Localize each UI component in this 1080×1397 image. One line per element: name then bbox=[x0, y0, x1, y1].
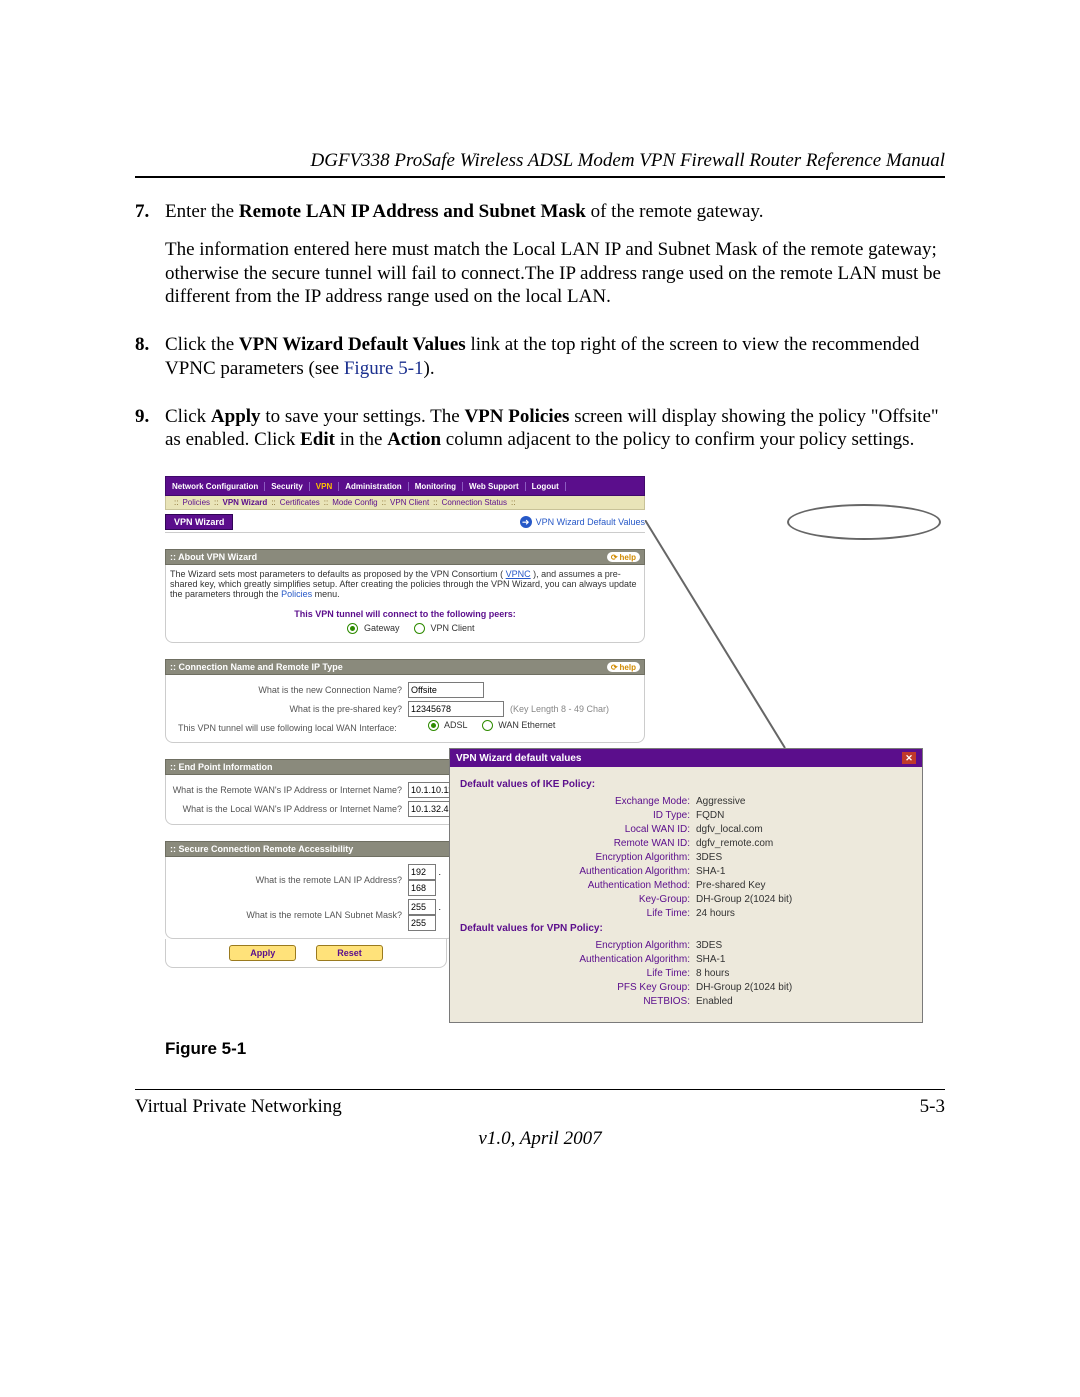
radio-adsl[interactable] bbox=[428, 720, 439, 731]
callout-ellipse bbox=[787, 504, 941, 540]
radio-gateway[interactable] bbox=[347, 623, 358, 634]
radio-wan-ethernet-label: WAN Ethernet bbox=[498, 720, 555, 730]
arrow-icon: ➜ bbox=[520, 516, 532, 528]
figure-caption: Figure 5-1 bbox=[165, 1039, 945, 1059]
vpn-heading: Default values for VPN Policy: bbox=[460, 923, 912, 934]
step-number: 7. bbox=[135, 200, 165, 323]
about-wizard-text: The Wizard sets most parameters to defau… bbox=[170, 569, 640, 599]
default-values-link-label: VPN Wizard Default Values bbox=[536, 517, 645, 527]
step-text: Click Apply to save your settings. The V… bbox=[165, 405, 945, 453]
conn-name-label: What is the new Connection Name? bbox=[170, 685, 408, 695]
sub-tab[interactable]: VPN Wizard bbox=[222, 498, 267, 507]
sub-tab[interactable]: Certificates bbox=[280, 498, 320, 507]
default-values-link[interactable]: ➜ VPN Wizard Default Values bbox=[520, 516, 645, 528]
close-icon[interactable]: ✕ bbox=[902, 752, 916, 764]
default-values-popup: VPN Wizard default values ✕ Default valu… bbox=[449, 748, 923, 1023]
nav-tab[interactable]: VPN bbox=[310, 482, 339, 491]
remote-lan-ip-label: What is the remote LAN IP Address? bbox=[170, 875, 408, 885]
radio-gateway-label: Gateway bbox=[364, 623, 400, 633]
footer-rule bbox=[135, 1089, 945, 1090]
nav-tab[interactable]: Web Support bbox=[463, 482, 526, 491]
dot-sep: . bbox=[439, 867, 442, 877]
section-bar-conn: :: Connection Name and Remote IP Type ⟳ … bbox=[165, 659, 645, 675]
radio-wan-ethernet[interactable] bbox=[482, 720, 493, 731]
local-wan-ip-label: What is the Local WAN's IP Address or In… bbox=[170, 804, 408, 814]
remote-wan-ip-label: What is the Remote WAN's IP Address or I… bbox=[170, 785, 408, 795]
radio-vpn-client-label: VPN Client bbox=[431, 623, 475, 633]
sub-nav: ::Policies ::VPN Wizard ::Certificates :… bbox=[165, 496, 645, 510]
preshared-key-input[interactable] bbox=[408, 701, 504, 717]
remote-lan-ip-input-1[interactable] bbox=[408, 864, 436, 880]
footer-left: Virtual Private Networking bbox=[135, 1096, 342, 1118]
section-bar-secure: :: Secure Connection Remote Accessibilit… bbox=[165, 841, 455, 857]
figure-wrap: Network Configuration Security VPN Admin… bbox=[165, 476, 921, 1019]
ike-heading: Default values of IKE Policy: bbox=[460, 779, 912, 790]
reset-button[interactable]: Reset bbox=[316, 945, 383, 961]
sub-tab[interactable]: Connection Status bbox=[442, 498, 507, 507]
step-text: Enter the Remote LAN IP Address and Subn… bbox=[165, 200, 945, 224]
radio-adsl-label: ADSL bbox=[444, 720, 467, 730]
page-header-title: DGFV338 ProSafe Wireless ADSL Modem VPN … bbox=[135, 150, 945, 172]
key-length-hint: (Key Length 8 - 49 Char) bbox=[510, 704, 609, 714]
footer-version: v1.0, April 2007 bbox=[135, 1128, 945, 1150]
radio-vpn-client[interactable] bbox=[414, 623, 425, 634]
popup-title-bar: VPN Wizard default values ✕ bbox=[450, 749, 922, 767]
vpn-values: Encryption Algorithm:3DES Authentication… bbox=[460, 940, 912, 1007]
sub-tab[interactable]: Policies bbox=[182, 498, 210, 507]
section-bar-about: :: About VPN Wizard ⟳ help bbox=[165, 549, 645, 565]
sub-tab[interactable]: Mode Config bbox=[332, 498, 377, 507]
sub-tab[interactable]: VPN Client bbox=[390, 498, 429, 507]
help-link[interactable]: ⟳ help bbox=[607, 552, 640, 562]
nav-tab[interactable]: Network Configuration bbox=[166, 482, 265, 491]
step-number: 9. bbox=[135, 405, 165, 467]
top-nav: Network Configuration Security VPN Admin… bbox=[165, 476, 645, 496]
wan-iface-label: This VPN tunnel will use following local… bbox=[170, 723, 416, 733]
remote-lan-mask-label: What is the remote LAN Subnet Mask? bbox=[170, 910, 408, 920]
dot-sep: . bbox=[439, 902, 442, 912]
remote-lan-ip-input-2[interactable] bbox=[408, 880, 436, 896]
nav-tab[interactable]: Logout bbox=[526, 482, 566, 491]
wizard-title: VPN Wizard bbox=[165, 514, 233, 530]
remote-lan-mask-input-1[interactable] bbox=[408, 899, 436, 915]
ike-values: Exchange Mode:Aggressive ID Type:FQDN Lo… bbox=[460, 796, 912, 919]
preshared-key-label: What is the pre-shared key? bbox=[170, 704, 408, 714]
nav-tab[interactable]: Administration bbox=[339, 482, 408, 491]
help-link[interactable]: ⟳ help bbox=[607, 662, 640, 672]
apply-button[interactable]: Apply bbox=[229, 945, 296, 961]
step-number: 8. bbox=[135, 333, 165, 395]
step-text: The information entered here must match … bbox=[165, 238, 945, 309]
popup-title-text: VPN Wizard default values bbox=[456, 753, 582, 764]
remote-lan-mask-input-2[interactable] bbox=[408, 915, 436, 931]
nav-tab[interactable]: Security bbox=[265, 482, 310, 491]
step-text: Click the VPN Wizard Default Values link… bbox=[165, 333, 945, 381]
peers-heading: This VPN tunnel will connect to the foll… bbox=[170, 609, 640, 619]
header-rule bbox=[135, 176, 945, 178]
conn-name-input[interactable] bbox=[408, 682, 484, 698]
callout-leader-line bbox=[645, 520, 845, 750]
nav-tab[interactable]: Monitoring bbox=[409, 482, 463, 491]
footer-right: 5-3 bbox=[920, 1096, 945, 1118]
step-list: 7. Enter the Remote LAN IP Address and S… bbox=[135, 200, 945, 466]
